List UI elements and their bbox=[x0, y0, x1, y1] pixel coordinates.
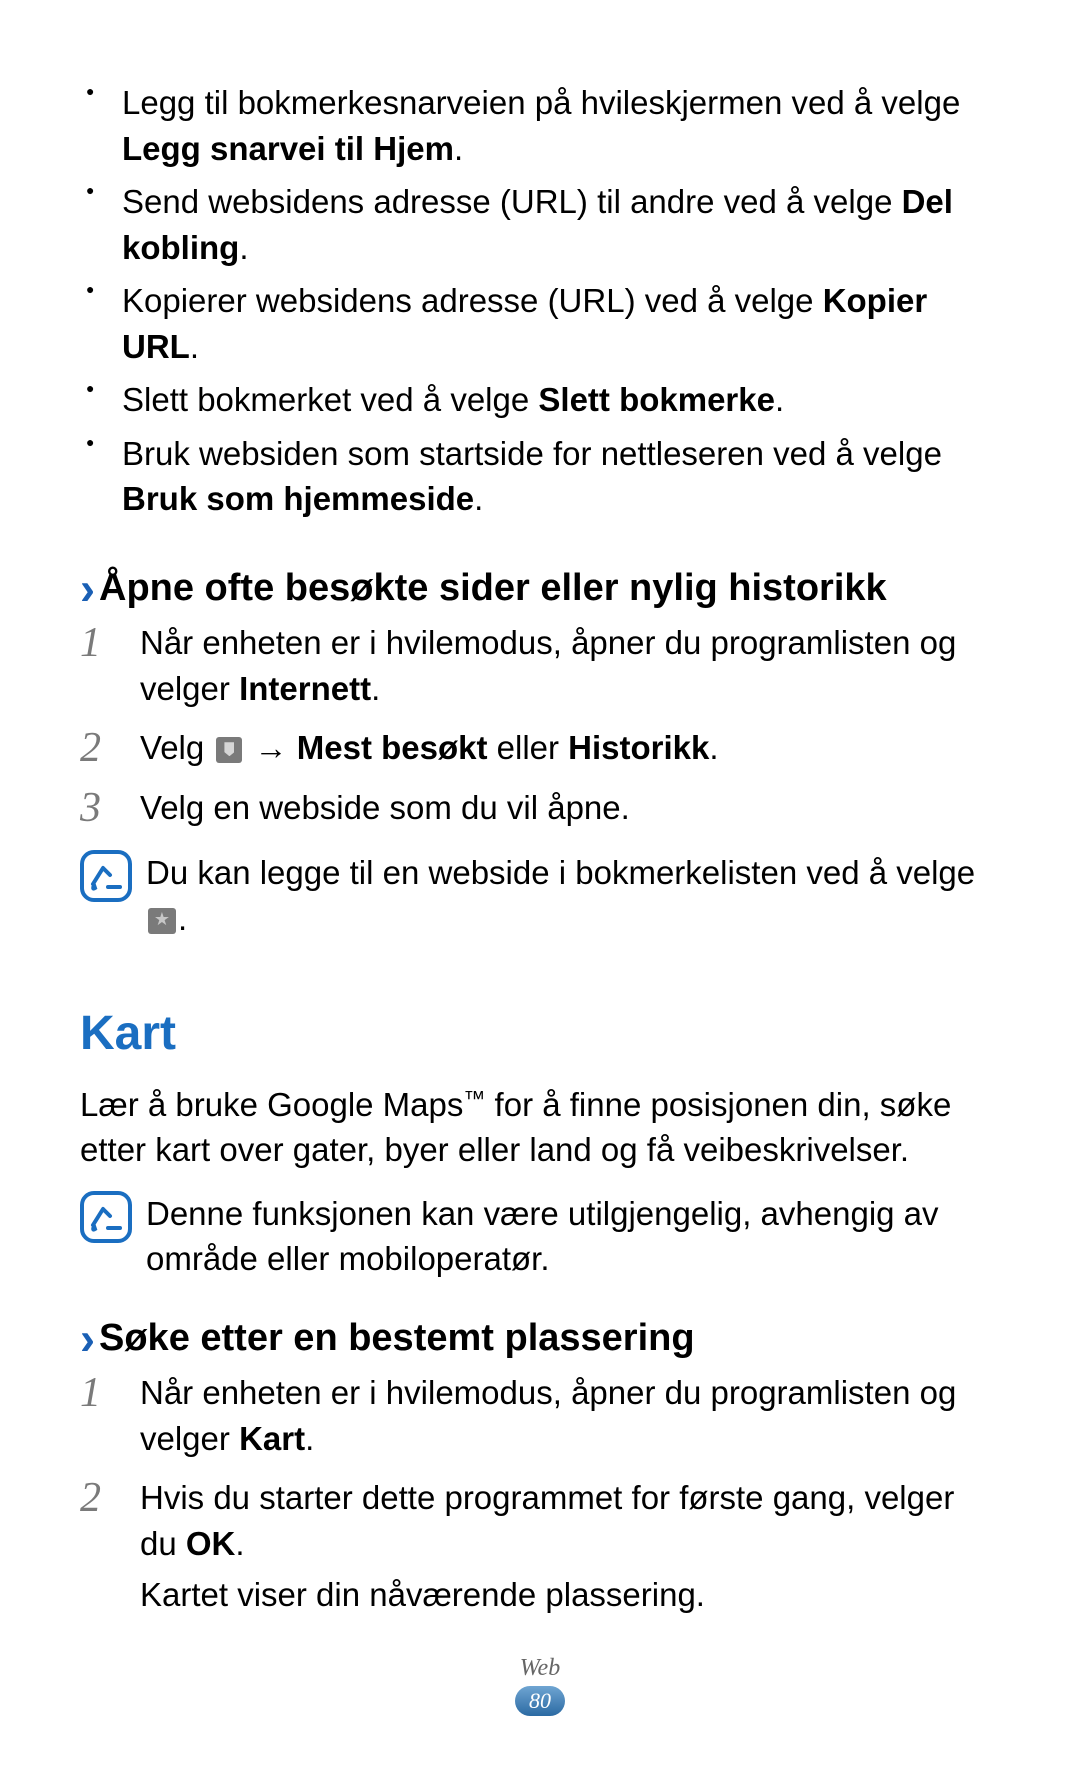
note-icon bbox=[80, 850, 132, 902]
section-title: Åpne ofte besøkte sider eller nylig hist… bbox=[99, 567, 887, 609]
step-number: 1 bbox=[80, 1370, 140, 1414]
bullet-text: Send websidens adresse (URL) til andre v… bbox=[122, 183, 902, 220]
step-body: Når enheten er i hvilemodus, åpner du pr… bbox=[140, 1370, 1000, 1461]
bullet-post: . bbox=[474, 480, 483, 517]
note-text: Du kan legge til en webside i bokmerkeli… bbox=[146, 854, 975, 891]
step-item: 3 Velg en webside som du vil åpne. bbox=[80, 785, 1000, 831]
bullet-text: Legg til bokmerkesnarveien på hvileskjer… bbox=[122, 84, 960, 121]
bullet-item: Slett bokmerket ved å velge Slett bokmer… bbox=[80, 377, 1000, 423]
content: Legg til bokmerkesnarveien på hvileskjer… bbox=[80, 80, 1000, 1618]
star-icon bbox=[148, 908, 176, 934]
bullet-text: Kopierer websidens adresse (URL) ved å v… bbox=[122, 282, 823, 319]
step-number: 2 bbox=[80, 1475, 140, 1519]
step-post: . bbox=[709, 729, 718, 766]
note-post: . bbox=[178, 900, 187, 937]
bullet-bold: Bruk som hjemmeside bbox=[122, 480, 474, 517]
step-bold: Kart bbox=[239, 1420, 305, 1457]
steps-list-1: 1 Når enheten er i hvilemodus, åpner du … bbox=[80, 620, 1000, 830]
bullet-text: Bruk websiden som startside for nettlese… bbox=[122, 435, 942, 472]
bullet-post: . bbox=[775, 381, 784, 418]
step-item: 1 Når enheten er i hvilemodus, åpner du … bbox=[80, 1370, 1000, 1461]
page-footer: Web 80 bbox=[0, 1655, 1080, 1716]
section-heading-1: ›Åpne ofte besøkte sider eller nylig his… bbox=[80, 562, 1000, 614]
chevron-icon: › bbox=[80, 563, 95, 614]
step-mid: eller bbox=[487, 729, 568, 766]
arrow-text: → bbox=[245, 729, 296, 766]
step-body: Velg en webside som du vil åpne. bbox=[140, 785, 1000, 831]
step-extra: Kartet viser din nåværende plassering. bbox=[140, 1576, 705, 1613]
bullet-item: Legg til bokmerkesnarveien på hvileskjer… bbox=[80, 80, 1000, 171]
bullet-item: Kopierer websidens adresse (URL) ved å v… bbox=[80, 278, 1000, 369]
note-block-1: Du kan legge til en webside i bokmerkeli… bbox=[80, 850, 1000, 941]
bullet-post: . bbox=[454, 130, 463, 167]
bullet-text: Slett bokmerket ved å velge bbox=[122, 381, 538, 418]
section-heading-2: ›Søke etter en bestemt plassering bbox=[80, 1312, 1000, 1364]
note-icon bbox=[80, 1191, 132, 1243]
step-bold: Historikk bbox=[568, 729, 709, 766]
step-post: . bbox=[305, 1420, 314, 1457]
step-post: . bbox=[235, 1525, 244, 1562]
page: Legg til bokmerkesnarveien på hvileskjer… bbox=[0, 0, 1080, 1771]
bullet-bold: Slett bokmerke bbox=[538, 381, 775, 418]
step-text: Velg bbox=[140, 729, 213, 766]
step-item: 2 Hvis du starter dette programmet for f… bbox=[80, 1475, 1000, 1618]
bullet-list: Legg til bokmerkesnarveien på hvileskjer… bbox=[80, 80, 1000, 522]
step-number: 3 bbox=[80, 785, 140, 829]
step-item: 2 Velg → Mest besøkt eller Historikk. bbox=[80, 725, 1000, 771]
step-bold: Internett bbox=[239, 670, 371, 707]
step-item: 1 Når enheten er i hvilemodus, åpner du … bbox=[80, 620, 1000, 711]
step-body: Når enheten er i hvilemodus, åpner du pr… bbox=[140, 620, 1000, 711]
note-body: Du kan legge til en webside i bokmerkeli… bbox=[146, 850, 1000, 941]
bullet-post: . bbox=[239, 229, 248, 266]
bullet-item: Bruk websiden som startside for nettlese… bbox=[80, 431, 1000, 522]
note-block-2: Denne funksjonen kan være utilgjengelig,… bbox=[80, 1191, 1000, 1282]
step-number: 2 bbox=[80, 725, 140, 769]
step-body: Velg → Mest besøkt eller Historikk. bbox=[140, 725, 1000, 771]
page-number-badge: 80 bbox=[515, 1686, 565, 1716]
intro-text: Lær å bruke Google Maps bbox=[80, 1086, 463, 1123]
step-bold: OK bbox=[186, 1525, 236, 1562]
bullet-post: . bbox=[190, 328, 199, 365]
steps-list-2: 1 Når enheten er i hvilemodus, åpner du … bbox=[80, 1370, 1000, 1618]
intro-paragraph: Lær å bruke Google Maps™ for å finne pos… bbox=[80, 1082, 1000, 1173]
step-number: 1 bbox=[80, 620, 140, 664]
note-body: Denne funksjonen kan være utilgjengelig,… bbox=[146, 1191, 1000, 1282]
step-text: Hvis du starter dette programmet for før… bbox=[140, 1479, 954, 1562]
bullet-bold: Legg snarvei til Hjem bbox=[122, 130, 454, 167]
section-title: Søke etter en bestemt plassering bbox=[99, 1317, 695, 1359]
trademark: ™ bbox=[463, 1086, 485, 1111]
bookmark-tab-icon bbox=[216, 737, 242, 763]
step-post: . bbox=[371, 670, 380, 707]
step-body: Hvis du starter dette programmet for før… bbox=[140, 1475, 1000, 1618]
chevron-icon: › bbox=[80, 1313, 95, 1364]
footer-section: Web bbox=[0, 1655, 1080, 1682]
step-bold: Mest besøkt bbox=[297, 729, 488, 766]
main-heading: Kart bbox=[80, 1001, 1000, 1067]
bullet-item: Send websidens adresse (URL) til andre v… bbox=[80, 179, 1000, 270]
